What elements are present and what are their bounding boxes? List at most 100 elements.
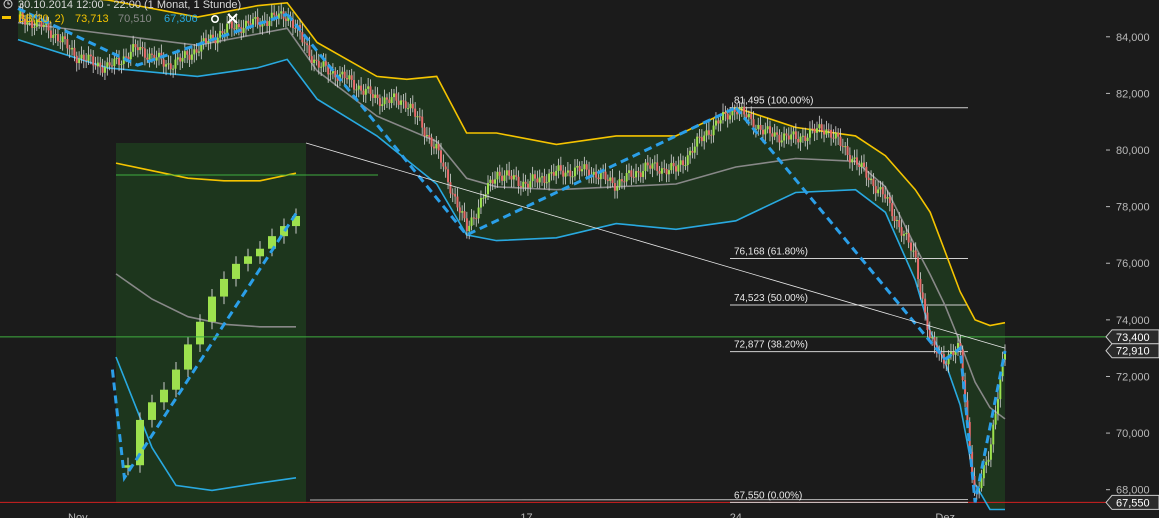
candle — [451, 193, 454, 195]
candle — [855, 157, 858, 165]
inset-candle — [160, 389, 168, 403]
candle — [435, 143, 438, 149]
fib-label: 74,523 (50.00%) — [734, 293, 808, 304]
candle — [989, 444, 992, 460]
candle — [103, 67, 106, 73]
candle — [150, 53, 153, 55]
candle — [583, 164, 586, 170]
candle — [865, 166, 868, 178]
candle — [832, 137, 835, 139]
candle — [447, 169, 450, 183]
candle — [82, 54, 85, 60]
candle — [96, 62, 99, 67]
candle — [393, 93, 395, 98]
candle — [912, 250, 915, 252]
candle — [576, 165, 579, 168]
candle — [538, 177, 541, 183]
y-axis-tick-label: 72,000 — [1116, 371, 1150, 383]
candle — [247, 20, 250, 24]
candle — [860, 162, 863, 168]
candle — [99, 62, 102, 68]
candle — [703, 135, 706, 142]
candle — [851, 158, 854, 163]
candle — [804, 135, 807, 142]
candle — [696, 136, 699, 147]
candle — [190, 54, 193, 60]
candle — [543, 176, 546, 183]
price-chart[interactable]: 81,495 (100.00%) 76,168 (61.80%) 74,523 (5… — [0, 0, 1159, 518]
candle — [71, 47, 74, 50]
candle — [193, 49, 196, 55]
candle — [689, 150, 692, 156]
candle — [320, 66, 323, 68]
candle — [698, 136, 701, 138]
candle — [656, 162, 659, 171]
candle — [303, 42, 306, 44]
candle — [635, 171, 638, 178]
candle — [111, 65, 113, 67]
candle — [714, 120, 717, 126]
candle — [423, 127, 426, 137]
inset-candle — [256, 248, 264, 257]
candle — [644, 162, 647, 171]
candle — [169, 63, 172, 70]
candle — [994, 413, 997, 425]
candle — [432, 146, 435, 149]
candle — [595, 171, 598, 178]
candle — [308, 45, 311, 57]
candle — [108, 62, 111, 66]
candle — [705, 130, 708, 136]
candle — [442, 162, 445, 167]
candle — [928, 329, 931, 339]
candle — [707, 130, 710, 135]
candle — [73, 47, 76, 56]
candle — [162, 59, 165, 67]
candle — [898, 220, 901, 228]
y-axis-tick-label: 84,000 — [1116, 32, 1150, 44]
candle — [691, 150, 694, 153]
candle — [212, 34, 215, 38]
candle — [179, 57, 182, 62]
candle — [411, 103, 414, 109]
candle — [313, 59, 316, 63]
candle — [301, 32, 304, 43]
candle — [682, 160, 685, 166]
candle — [458, 207, 461, 213]
candle — [385, 97, 388, 100]
candle — [42, 24, 45, 28]
candle — [226, 23, 229, 33]
candle — [710, 134, 713, 136]
candle — [306, 43, 309, 46]
candle — [183, 51, 186, 59]
candle — [324, 61, 327, 66]
candle — [496, 171, 499, 180]
candle — [564, 172, 567, 177]
candle — [776, 132, 779, 135]
candle — [780, 140, 783, 143]
candle — [677, 164, 680, 172]
y-axis-tick-label: 82,000 — [1116, 88, 1150, 100]
candle — [801, 135, 804, 137]
candle — [49, 30, 52, 38]
indicator-name: BB(20, 2) — [18, 13, 64, 25]
candle — [390, 97, 393, 103]
candle — [877, 189, 880, 194]
candle — [799, 136, 802, 143]
candle — [611, 177, 614, 184]
candle — [216, 37, 219, 44]
inset-candle — [232, 263, 240, 279]
candle — [235, 24, 238, 30]
indicator-color-swatch — [2, 16, 11, 19]
candle — [785, 133, 788, 136]
candle — [487, 183, 489, 195]
candle — [294, 28, 297, 30]
candle — [329, 73, 332, 75]
candle — [632, 176, 635, 178]
candle — [94, 65, 97, 67]
candle — [823, 130, 826, 135]
candle — [376, 94, 379, 99]
candle — [167, 63, 170, 65]
candle — [670, 162, 673, 171]
candle — [945, 363, 948, 365]
candle — [360, 85, 363, 91]
